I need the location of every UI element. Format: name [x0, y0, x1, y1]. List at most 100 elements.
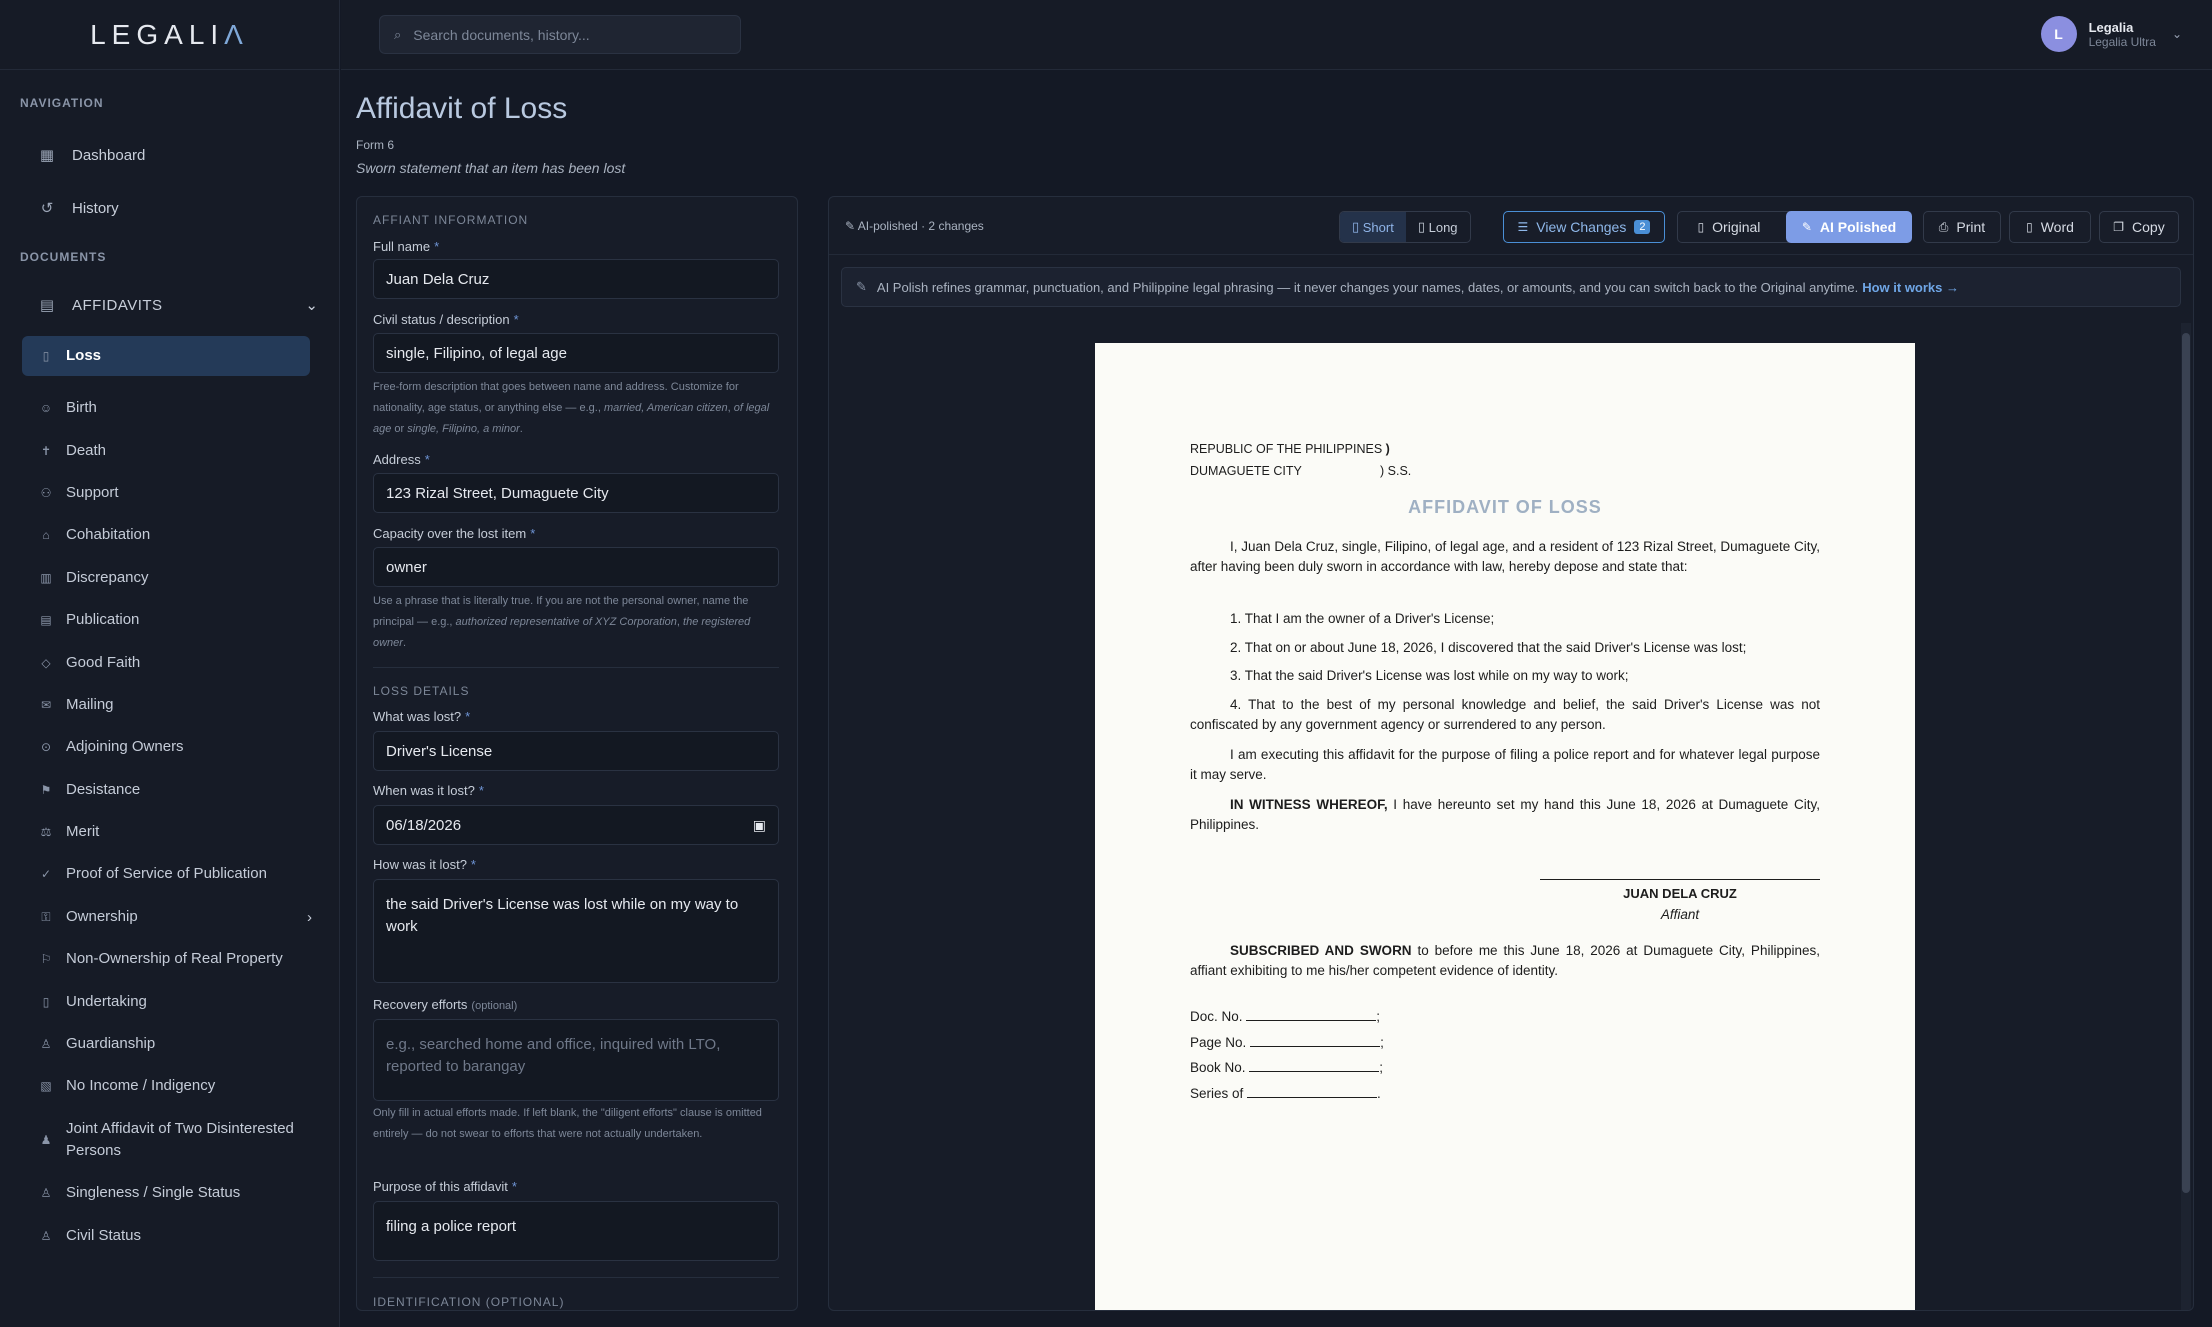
copy-button[interactable]: ❐ Copy: [2099, 211, 2179, 243]
purpose-textarea[interactable]: filing a police report: [373, 1201, 779, 1261]
calendar-icon[interactable]: ▣: [753, 817, 766, 834]
sidebar-item-no-income-indigency[interactable]: ▧ No Income / Indigency: [38, 1075, 326, 1097]
page-subtitle: Sworn statement that an item has been lo…: [356, 160, 626, 176]
sidebar-item-non-ownership-of-real-property[interactable]: ⚐ Non-Ownership of Real Property: [38, 948, 326, 970]
purpose-paragraph: I am executing this affidavit for the pu…: [1190, 747, 1820, 782]
file-icon: ▯: [1417, 219, 1429, 234]
nav-history[interactable]: ↺ History: [38, 199, 119, 218]
sidebar-item-mailing[interactable]: ✉ Mailing: [38, 694, 326, 716]
clause-1: 1. That I am the owner of a Driver's Lic…: [1230, 611, 1495, 626]
view-changes-button[interactable]: ☰ View Changes 2: [1503, 211, 1665, 243]
how-it-works-link[interactable]: How it works →: [1862, 280, 1959, 295]
printer-icon: ⎙: [1938, 219, 1949, 234]
long-button[interactable]: ▯ Long: [1406, 212, 1470, 242]
clause-3: 3. That the said Driver's License was lo…: [1230, 668, 1629, 683]
sidebar-item-ownership[interactable]: ⚿ Ownership ›: [38, 906, 326, 928]
sidebar-item-label: Merit: [66, 823, 100, 840]
sidebar-item-undertaking[interactable]: ▯ Undertaking: [38, 991, 326, 1013]
divider: [373, 1277, 779, 1278]
scroll-thumb[interactable]: [2182, 333, 2190, 1193]
nav-affidavits-label: AFFIDAVITS: [72, 296, 163, 314]
address-field[interactable]: 123 Rizal Street, Dumaguete City: [373, 473, 779, 513]
civil-status-help: Free-form description that goes between …: [373, 381, 770, 435]
sidebar-item-adjoining-owners[interactable]: ⊙ Adjoining Owners: [38, 736, 326, 758]
sidebar-item-guardianship[interactable]: ♙ Guardianship: [38, 1033, 326, 1055]
series-line: Series of .: [1190, 1086, 1381, 1101]
search-placeholder: Search documents, history...: [413, 26, 590, 43]
short-button[interactable]: ▯ Short: [1340, 212, 1406, 242]
capacity-field[interactable]: owner: [373, 547, 779, 587]
sidebar-item-singleness-single-status[interactable]: ♙ Singleness / Single Status: [38, 1182, 326, 1204]
changes-badge: 2: [1634, 220, 1651, 234]
sidebar-item-civil-status[interactable]: ♙ Civil Status: [38, 1225, 326, 1247]
recovery-textarea[interactable]: e.g., searched home and office, inquired…: [373, 1019, 779, 1101]
sidebar-item-label: Joint Affidavit of Two Disinterested Per…: [66, 1120, 294, 1159]
section-loss: LOSS DETAILS: [373, 684, 470, 698]
section-affiant: AFFIANT INFORMATION: [373, 213, 529, 227]
book-no-line: Book No. ;: [1190, 1060, 1384, 1075]
word-button[interactable]: ▯ Word: [2009, 211, 2091, 243]
sidebar-item-death[interactable]: ✝ Death: [38, 440, 326, 462]
sidebar-item-label: Publication: [66, 611, 140, 628]
sidebar-item-discrepancy[interactable]: ▥ Discrepancy: [38, 567, 326, 589]
search-icon: ⌕: [394, 26, 402, 42]
avatar: L: [2040, 16, 2077, 52]
user-menu[interactable]: L Legalia Legalia Ultra ⌄: [2040, 16, 2182, 52]
chevron-down-icon: ⌄: [305, 297, 318, 314]
affidavits-icon: ▤: [39, 297, 55, 314]
sidebar-item-label: Adjoining Owners: [66, 738, 184, 755]
when-lost-label: When was it lost? *: [373, 783, 484, 798]
sidebar-item-joint-affidavit-of-two-disinterested-persons[interactable]: ♟ Joint Affidavit of Two Disinterested Pe…: [38, 1118, 326, 1162]
sidebar-item-birth[interactable]: ☺ Birth: [38, 397, 326, 419]
item-icon: ♙: [40, 1037, 52, 1051]
item-icon: ✓: [40, 867, 52, 881]
date-field[interactable]: 06/18/2026 ▣: [373, 805, 779, 845]
topbar: ⌕ Search documents, history... L Legalia L…: [341, 0, 2212, 70]
print-button[interactable]: ⎙ Print: [1923, 211, 2001, 243]
nav-dashboard[interactable]: ▦ Dashboard: [38, 146, 145, 165]
nav-affidavits-group[interactable]: ▤ AFFIDAVITS ⌄: [38, 296, 318, 315]
wand-icon: ✎: [845, 219, 858, 233]
brand-logo[interactable]: LEGALI Λ: [0, 0, 339, 70]
date-value: 06/18/2026: [386, 816, 462, 834]
capacity-help: Use a phrase that is literally true. If …: [373, 595, 751, 649]
wand-icon: ✎: [1801, 220, 1812, 234]
sidebar-item-publication[interactable]: ▤ Publication: [38, 609, 326, 631]
sidebar-item-good-faith[interactable]: ◇ Good Faith: [38, 652, 326, 674]
what-lost-field[interactable]: Driver's License: [373, 731, 779, 771]
sidebar-item-loss[interactable]: ▯ Loss: [22, 336, 310, 376]
preview-scrollbar[interactable]: [2181, 323, 2191, 1310]
original-button[interactable]: ▯ Original: [1677, 211, 1781, 243]
ai-polished-button[interactable]: ✎ AI Polished: [1786, 211, 1912, 243]
file-icon: ▯: [2026, 220, 2033, 234]
how-lost-textarea[interactable]: the said Driver's License was lost while…: [373, 879, 779, 983]
signature-line: [1540, 879, 1820, 880]
page-title: Affidavit of Loss: [356, 92, 568, 125]
brand-text: LEGALI: [90, 18, 225, 50]
sidebar-item-label: Mailing: [66, 696, 114, 713]
intro-paragraph: I, Juan Dela Cruz, single, Filipino, of …: [1190, 539, 1820, 574]
item-icon: ☺: [39, 401, 53, 415]
full-name-field[interactable]: Juan Dela Cruz: [373, 259, 779, 299]
sidebar: LEGALI Λ NAVIGATION ▦ Dashboard ↺ History D…: [0, 0, 340, 1327]
sidebar-item-label: Civil Status: [66, 1227, 142, 1244]
venue-line-1: REPUBLIC OF THE PHILIPPINES ): [1190, 442, 1390, 456]
item-icon: ▯: [42, 995, 50, 1009]
sidebar-item-desistance[interactable]: ⚑ Desistance: [38, 779, 326, 801]
sidebar-item-label: Support: [66, 484, 119, 501]
civil-status-field[interactable]: single, Filipino, of legal age: [373, 333, 779, 373]
search-input[interactable]: ⌕ Search documents, history...: [379, 15, 741, 54]
copy-icon: ❐: [2113, 220, 2125, 234]
sidebar-item-label: Guardianship: [66, 1035, 156, 1052]
doc-no-line: Doc. No. ;: [1190, 1009, 1381, 1024]
sidebar-item-label: Non-Ownership of Real Property: [66, 950, 283, 967]
sidebar-item-merit[interactable]: ⚖ Merit: [38, 821, 326, 843]
preview-panel: ✎ AI-polished · 2 changes ▯ Short ▯ Long…: [828, 196, 2194, 1311]
ai-notice: ✎ AI Polish refines grammar, punctuation,…: [841, 267, 2181, 307]
sidebar-item-support[interactable]: ⚇ Support: [38, 482, 326, 504]
polish-status: ✎ AI-polished · 2 changes: [845, 219, 984, 233]
purpose-label: Purpose of this affidavit *: [373, 1179, 517, 1194]
form-panel: AFFIANT INFORMATION Full name * Juan Dela…: [356, 196, 798, 1311]
sidebar-item-cohabitation[interactable]: ⌂ Cohabitation: [38, 524, 326, 546]
sidebar-item-proof-of-service-of-publication[interactable]: ✓ Proof of Service of Publication: [38, 863, 326, 885]
